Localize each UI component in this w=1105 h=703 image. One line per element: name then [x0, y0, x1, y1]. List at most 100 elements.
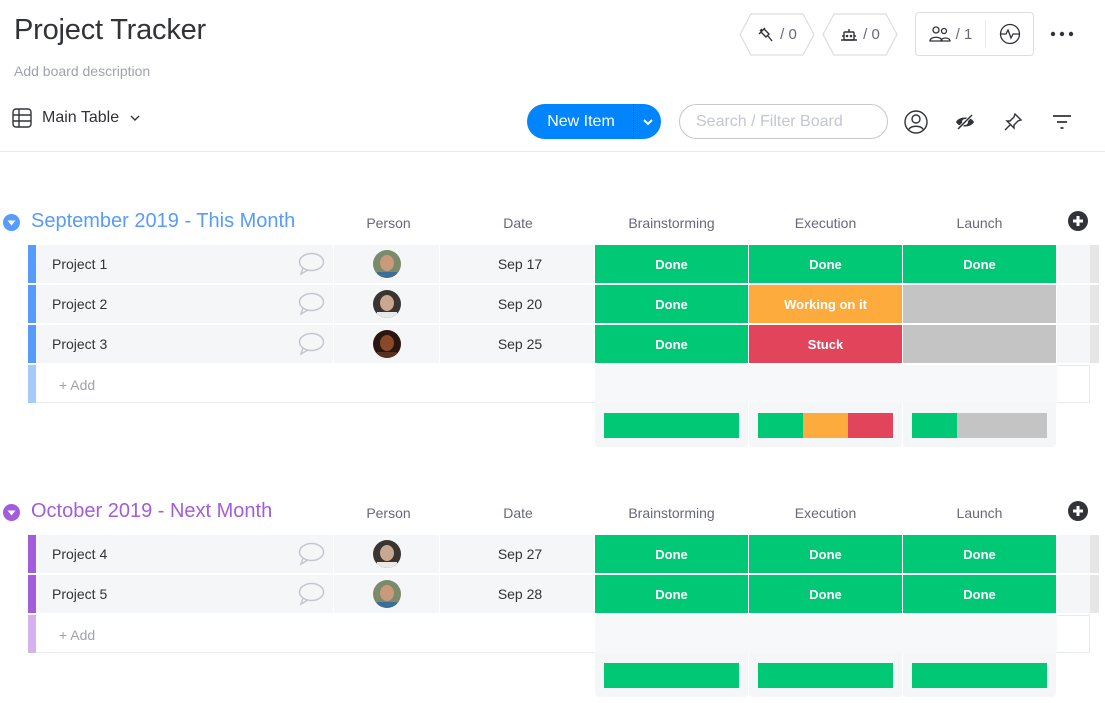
table-row[interactable]: Project 2 Sep 20 Done Working on it — [28, 285, 1099, 323]
table-row[interactable]: Project 3 Sep 25 Done Stuck — [28, 325, 1099, 363]
date-cell[interactable]: Sep 17 — [440, 245, 594, 283]
comment-button[interactable] — [297, 292, 325, 321]
date-cell[interactable]: Sep 20 — [440, 285, 594, 323]
add-item-label[interactable]: + Add — [59, 627, 95, 643]
avatar-3[interactable] — [372, 330, 401, 358]
chevron-down-icon[interactable] — [129, 114, 141, 122]
toolbar-divider — [0, 151, 1105, 152]
column-header-brainstorming[interactable]: Brainstorming — [595, 505, 748, 521]
status-summary-execution[interactable] — [749, 403, 902, 447]
group-title[interactable]: September 2019 - This Month — [31, 210, 295, 233]
status-cell-brainstorming[interactable]: Done — [595, 325, 748, 363]
date-cell[interactable]: Sep 25 — [440, 325, 594, 363]
comment-button[interactable] — [297, 252, 325, 281]
comment-button[interactable] — [297, 582, 325, 611]
item-name[interactable]: Project 2 — [52, 296, 107, 312]
new-item-dropdown[interactable] — [634, 118, 661, 126]
item-name-cell[interactable]: Project 3 — [36, 325, 333, 363]
status-cell-brainstorming[interactable]: Done — [595, 575, 748, 613]
pin-button[interactable] — [999, 108, 1027, 136]
column-header-brainstorming[interactable]: Brainstorming — [595, 215, 748, 231]
column-header-date[interactable]: Date — [441, 505, 595, 521]
status-cell-brainstorming[interactable]: Done — [595, 535, 748, 573]
add-item-row[interactable]: + Add — [28, 615, 1090, 653]
column-header-person[interactable]: Person — [336, 505, 441, 521]
add-column-button[interactable] — [1068, 501, 1088, 521]
column-header-date[interactable]: Date — [441, 215, 595, 231]
status-cell-launch[interactable]: Done — [903, 575, 1056, 613]
item-name[interactable]: Project 3 — [52, 336, 107, 352]
table-row[interactable]: Project 4 Sep 27 Done Done Done — [28, 535, 1099, 573]
add-item-label[interactable]: + Add — [59, 377, 95, 393]
item-name-cell[interactable]: Project 4 — [36, 535, 333, 573]
view-tab-label: Main Table — [42, 109, 120, 126]
person-cell[interactable] — [334, 325, 439, 363]
group-title[interactable]: October 2019 - Next Month — [31, 500, 272, 523]
person-filter-button[interactable] — [902, 108, 930, 136]
status-cell-brainstorming[interactable]: Done — [595, 245, 748, 283]
table-row[interactable]: Project 5 Sep 28 Done Done Done — [28, 575, 1099, 613]
date-cell[interactable]: Sep 27 — [440, 535, 594, 573]
row-scroll-gutter — [1090, 285, 1099, 323]
date-cell[interactable]: Sep 28 — [440, 575, 594, 613]
group-collapse-toggle[interactable] — [3, 214, 20, 231]
item-name-cell[interactable]: Project 1 — [36, 245, 333, 283]
automations-button[interactable]: / 0 — [822, 13, 898, 56]
status-cell-launch[interactable] — [903, 325, 1056, 363]
status-cell-execution[interactable]: Working on it — [749, 285, 902, 323]
group-collapse-toggle[interactable] — [3, 504, 20, 521]
more-options-button[interactable] — [1048, 22, 1076, 46]
members-button[interactable]: / 1 — [916, 20, 986, 48]
status-cell-launch[interactable] — [903, 285, 1056, 323]
item-name-cell[interactable]: Project 2 — [36, 285, 333, 323]
column-header-execution[interactable]: Execution — [749, 505, 902, 521]
column-header-person[interactable]: Person — [336, 215, 441, 231]
status-summary-brainstorming[interactable] — [595, 653, 748, 697]
item-name[interactable]: Project 4 — [52, 546, 107, 562]
column-header-launch[interactable]: Launch — [903, 215, 1056, 231]
new-item-button[interactable]: New Item — [527, 104, 661, 139]
avatar-1[interactable] — [372, 580, 401, 608]
item-name[interactable]: Project 5 — [52, 586, 107, 602]
status-cell-execution[interactable]: Stuck — [749, 325, 902, 363]
status-summary-launch[interactable] — [903, 403, 1056, 447]
column-header-launch[interactable]: Launch — [903, 505, 1056, 521]
add-row-tail — [1057, 365, 1090, 403]
summary-bar — [912, 663, 1047, 688]
view-tab-main-table[interactable]: Main Table — [12, 108, 141, 128]
comment-button[interactable] — [297, 332, 325, 361]
person-cell[interactable] — [334, 535, 439, 573]
search-filter-input[interactable] — [679, 104, 888, 139]
filter-button[interactable] — [1048, 108, 1076, 136]
avatar-1[interactable] — [372, 250, 401, 278]
status-cell-execution[interactable]: Done — [749, 535, 902, 573]
hide-columns-button[interactable] — [951, 108, 979, 136]
comment-button[interactable] — [297, 542, 325, 571]
status-cell-execution[interactable]: Done — [749, 575, 902, 613]
board-title[interactable]: Project Tracker — [14, 14, 206, 47]
integrations-button[interactable]: / 0 — [739, 13, 815, 56]
avatar-2[interactable] — [372, 540, 401, 568]
people-icon — [929, 26, 951, 42]
status-cell-brainstorming[interactable]: Done — [595, 285, 748, 323]
item-name[interactable]: Project 1 — [52, 256, 107, 272]
summary-bar — [912, 413, 1047, 438]
board-description[interactable]: Add board description — [14, 63, 150, 79]
add-column-button[interactable] — [1068, 211, 1088, 231]
avatar-2[interactable] — [372, 290, 401, 318]
person-cell[interactable] — [334, 575, 439, 613]
status-cell-launch[interactable]: Done — [903, 535, 1056, 573]
status-summary-execution[interactable] — [749, 653, 902, 697]
person-cell[interactable] — [334, 285, 439, 323]
activity-button[interactable] — [986, 23, 1033, 45]
table-row[interactable]: Project 1 Sep 17 Done Done Done — [28, 245, 1099, 283]
add-item-row[interactable]: + Add — [28, 365, 1090, 403]
item-name-cell[interactable]: Project 5 — [36, 575, 333, 613]
status-summary-brainstorming[interactable] — [595, 403, 748, 447]
status-cell-execution[interactable]: Done — [749, 245, 902, 283]
person-cell[interactable] — [334, 245, 439, 283]
status-cell-launch[interactable]: Done — [903, 245, 1056, 283]
status-summary-launch[interactable] — [903, 653, 1056, 697]
caret-down-icon — [7, 220, 16, 225]
column-header-execution[interactable]: Execution — [749, 215, 902, 231]
